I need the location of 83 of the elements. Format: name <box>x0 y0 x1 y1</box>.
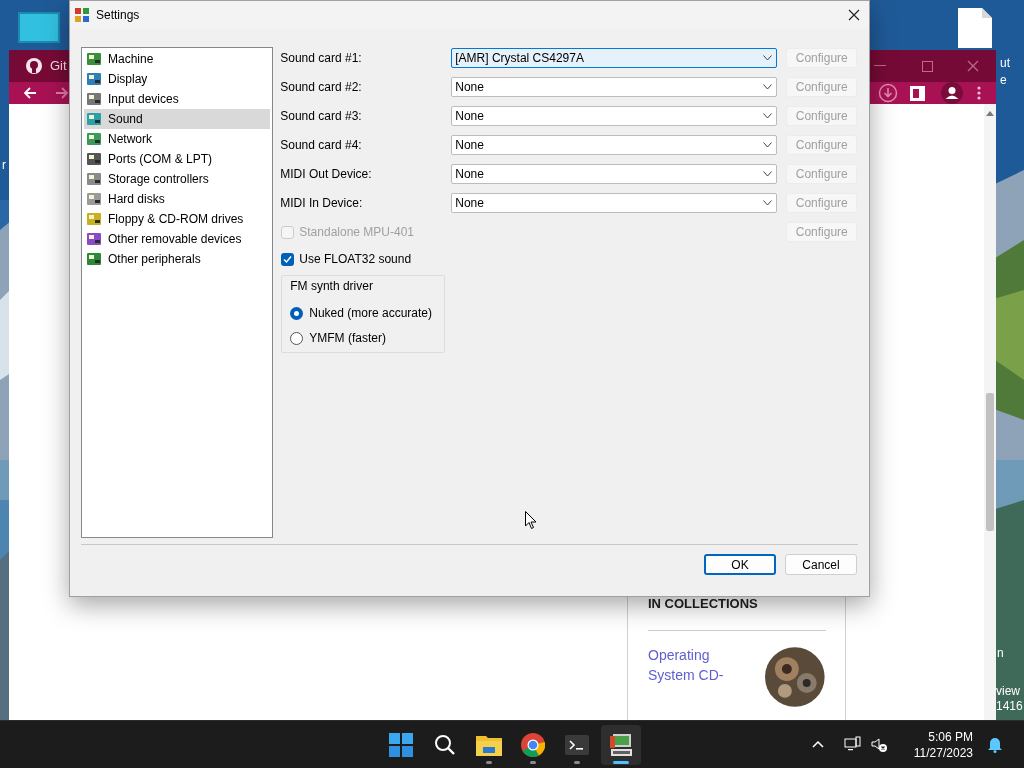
category-item[interactable]: Sound <box>84 109 271 129</box>
network-icon[interactable] <box>843 736 861 753</box>
taskbar-button[interactable] <box>601 725 641 765</box>
chrome-icon <box>521 733 545 757</box>
bell-icon[interactable] <box>987 736 1003 753</box>
category-item[interactable]: Display <box>84 69 271 89</box>
browser-tab[interactable]: Git <box>21 50 71 82</box>
dropdown[interactable]: None <box>451 106 778 126</box>
dropdown[interactable]: None <box>451 135 778 155</box>
device-icon <box>86 171 102 187</box>
dropdown[interactable]: None <box>451 193 778 213</box>
device-icon <box>86 231 102 247</box>
scroll-thumb[interactable] <box>986 393 994 531</box>
chevron-icon <box>763 55 773 61</box>
category-item[interactable]: Machine <box>84 49 271 69</box>
device-icon <box>86 51 102 67</box>
windows-logo-icon <box>389 733 413 757</box>
card-heading: IN COLLECTIONS <box>648 595 759 613</box>
dropdown[interactable]: [AMR] Crystal CS4297A <box>451 48 778 68</box>
cursor-icon <box>525 511 537 530</box>
profile-icon[interactable] <box>941 82 963 104</box>
chevron-icon <box>763 200 773 206</box>
dropdown[interactable]: None <box>451 77 778 97</box>
radio-option[interactable]: YMFM (faster) <box>290 329 437 347</box>
device-icon <box>86 131 102 147</box>
desktop-label: n <box>997 646 1004 660</box>
download-icon[interactable] <box>878 83 898 103</box>
maximize-icon[interactable] <box>922 60 933 72</box>
device-icon <box>86 91 102 107</box>
radio-button[interactable] <box>290 331 304 345</box>
category-item[interactable]: Network <box>84 129 271 149</box>
search-icon <box>434 734 456 756</box>
github-icon <box>25 57 43 75</box>
desktop-label: view <box>996 684 1020 698</box>
device-icon <box>86 251 102 267</box>
field-label: MIDI Out Device: <box>280 166 373 183</box>
device-icon <box>86 191 102 207</box>
desktop-label: ut <box>1000 56 1010 70</box>
desktop-label: e <box>1000 73 1007 87</box>
computer-icon <box>609 733 633 757</box>
category-item[interactable]: Storage controllers <box>84 169 271 189</box>
sidebar-icon[interactable] <box>910 85 925 101</box>
field-label: MIDI In Device: <box>280 195 364 212</box>
collection-link[interactable]: Operating System CD- <box>648 644 748 707</box>
muted-speaker-icon[interactable] <box>870 736 888 753</box>
scroll-up-icon[interactable] <box>986 111 994 116</box>
minimize-icon[interactable] <box>874 65 886 67</box>
category-item[interactable]: Floppy & CD-ROM drives <box>84 209 271 229</box>
terminal-icon <box>565 735 589 755</box>
clock[interactable]: 5:06 PM 11/27/2023 <box>913 728 973 761</box>
group-title: FM synth driver <box>290 278 374 295</box>
device-icon <box>86 111 102 127</box>
folder-icon <box>476 734 502 756</box>
chevron-icon <box>763 113 773 119</box>
category-item[interactable]: Ports (COM & LPT) <box>84 149 271 169</box>
checkbox-option[interactable]: Use FLOAT32 sound <box>280 249 481 269</box>
radio-button[interactable] <box>290 306 304 320</box>
back-arrow-icon[interactable] <box>23 86 37 100</box>
scrollbar[interactable] <box>984 104 996 720</box>
chevron-up-icon[interactable] <box>811 741 824 748</box>
field-label: Sound card #2: <box>280 79 363 96</box>
category-item[interactable]: Other removable devices <box>84 229 271 249</box>
field-label: Sound card #4: <box>280 137 363 154</box>
radio-option[interactable]: Nuked (more accurate) <box>290 304 437 322</box>
dialog-button[interactable]: Cancel <box>785 554 857 575</box>
device-icon <box>86 151 102 167</box>
chevron-icon <box>763 84 773 90</box>
desktop-label: r <box>2 158 6 172</box>
device-icon <box>86 71 102 87</box>
device-icon <box>86 211 102 227</box>
field-label: Sound card #3: <box>280 108 363 125</box>
category-item[interactable]: Input devices <box>84 89 271 109</box>
forward-arrow-icon[interactable] <box>55 86 69 100</box>
desktop-label: 1416 <box>996 699 1023 713</box>
category-item[interactable]: Other peripherals <box>84 249 271 269</box>
dropdown[interactable]: None <box>451 164 778 184</box>
chevron-icon <box>763 171 773 177</box>
dialog-button[interactable]: OK <box>704 554 776 575</box>
category-item[interactable]: Hard disks <box>84 189 271 209</box>
checkbox[interactable] <box>281 252 295 266</box>
chevron-icon <box>763 142 773 148</box>
field-label: Sound card #1: <box>280 50 363 67</box>
menu-icon[interactable] <box>977 86 981 100</box>
